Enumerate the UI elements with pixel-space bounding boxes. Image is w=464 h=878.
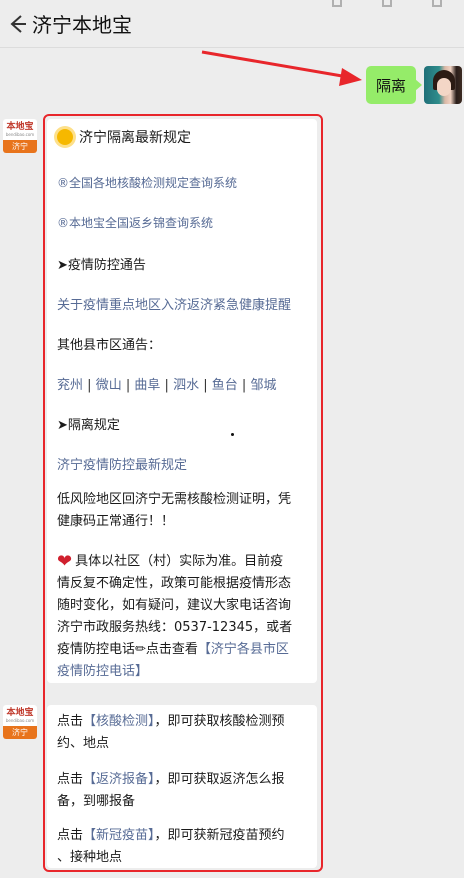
heart-icon: ❤ bbox=[57, 551, 73, 572]
low-risk-paragraph: 低风险地区回济宁无需核酸检测证明，凭 健康码正常通行！！ bbox=[57, 492, 292, 529]
avatar-face bbox=[437, 78, 451, 96]
bot-city: 济宁 bbox=[3, 140, 37, 153]
county-link[interactable]: 鱼台 bbox=[212, 378, 238, 393]
bot-domain: bendibao.com bbox=[5, 132, 35, 137]
county-phones-link-cont[interactable]: 疫情防控电话】 bbox=[57, 661, 309, 683]
bot-avatar[interactable]: 本地宝 bendibao.com 济宁 bbox=[3, 705, 37, 739]
county-link[interactable]: 邹城 bbox=[250, 378, 276, 393]
cursor-dot bbox=[231, 433, 234, 436]
bot-domain: bendibao.com bbox=[5, 718, 35, 723]
section-heading-quarantine: ➤隔离规定 bbox=[57, 418, 120, 433]
return-home-link[interactable]: ®本地宝全国返乡锦查询系统 bbox=[57, 214, 213, 231]
county-phones-link[interactable]: 【济宁各县市区 bbox=[198, 642, 289, 657]
section-heading-notice: ➤疫情防控通告 bbox=[57, 258, 146, 273]
nucleic-test-item: 点击【核酸检测】，即可获取核酸检测预 约、地点 bbox=[57, 714, 285, 751]
county-link[interactable]: 微山 bbox=[96, 378, 122, 393]
vaccine-link[interactable]: 【新冠疫苗】 bbox=[83, 828, 155, 843]
my-message-bubble[interactable]: 隔离 bbox=[366, 66, 422, 104]
bot-city: 济宁 bbox=[3, 726, 37, 739]
card-heading: 济宁隔离最新规定 bbox=[57, 127, 191, 147]
note-paragraph: ❤ 具体以社区（村）实际为准。目前疫 情反复不确定性，政策可能根据疫情形态 随时变… bbox=[57, 551, 309, 683]
bot-brand: 本地宝 bbox=[6, 708, 34, 718]
bot-brand: 本地宝 bbox=[6, 122, 34, 132]
county-link[interactable]: 曲阜 bbox=[134, 378, 160, 393]
my-message-text: 隔离 bbox=[375, 76, 406, 95]
reply-card: 济宁隔离最新规定 ®全国各地核酸检测规定查询系统 ®本地宝全国返乡锦查询系统 ➤… bbox=[47, 119, 317, 683]
nucleic-test-link[interactable]: 【核酸检测】 bbox=[83, 714, 155, 729]
return-report-item: 点击【返济报备】，即可获取返济怎么报 备，到哪报备 bbox=[57, 772, 285, 809]
notice-link[interactable]: 关于疫情重点地区入济返济紧急健康提醒 bbox=[57, 294, 291, 313]
county-link[interactable]: 泗水 bbox=[173, 378, 199, 393]
other-counties-label: 其他县市区通告： bbox=[57, 338, 162, 353]
county-link[interactable]: 兖州 bbox=[57, 378, 83, 393]
nucleic-policy-link[interactable]: ®全国各地核酸检测规定查询系统 bbox=[57, 174, 237, 191]
my-avatar[interactable] bbox=[424, 66, 462, 104]
rules-link[interactable]: 济宁疫情防控最新规定 bbox=[57, 454, 187, 473]
county-links: 兖州 | 微山 | 曲阜 | 泗水 | 鱼台 | 邹城 bbox=[57, 378, 277, 393]
sun-icon bbox=[57, 129, 73, 145]
reply-card: 点击【核酸检测】，即可获取核酸检测预 约、地点 点击【返济报备】，即可获取返济怎… bbox=[47, 705, 317, 868]
bot-avatar[interactable]: 本地宝 bendibao.com 济宁 bbox=[3, 119, 37, 153]
vaccine-item: 点击【新冠疫苗】，即可获新冠疫苗预约 、接种地点 bbox=[57, 828, 285, 865]
return-report-link[interactable]: 【返济报备】 bbox=[83, 772, 155, 787]
